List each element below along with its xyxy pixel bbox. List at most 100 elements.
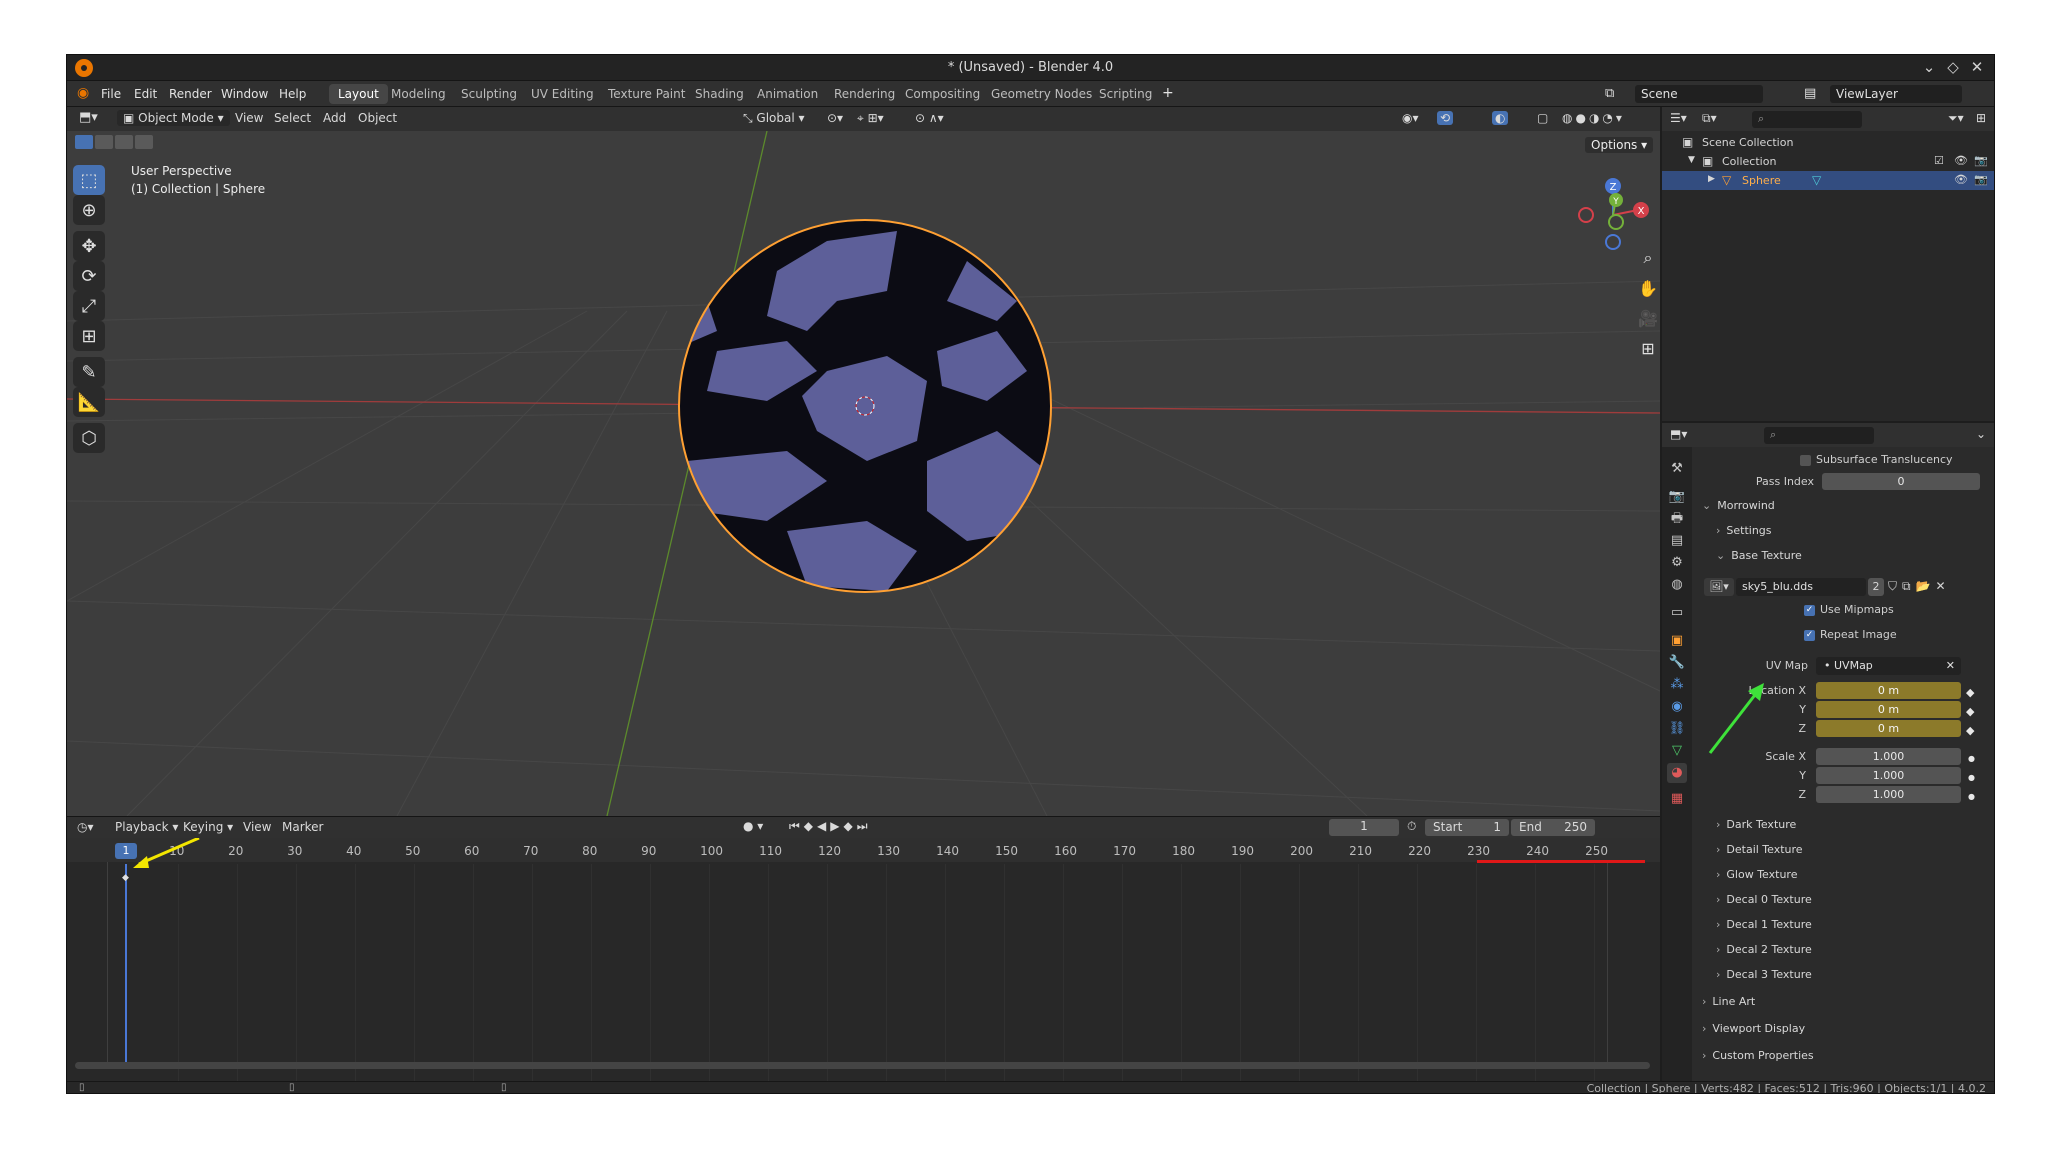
start-frame-field[interactable]: Start 1 bbox=[1425, 819, 1509, 836]
menu-edit[interactable]: Edit bbox=[134, 87, 157, 101]
eye-icon[interactable]: 👁 bbox=[1954, 154, 1968, 167]
select-mode-intersect-icon[interactable] bbox=[135, 135, 153, 149]
panel-morrowind[interactable]: ⌄ Morrowind bbox=[1702, 499, 1775, 512]
playback-controls-icon[interactable]: ⏮◆◀▶◆⏭ bbox=[789, 819, 872, 834]
clear-icon[interactable]: ✕ bbox=[1946, 659, 1955, 672]
collection-tab-icon[interactable]: ▭ bbox=[1667, 603, 1687, 623]
gizmo-toggle-icon[interactable]: ⟲ bbox=[1437, 111, 1454, 125]
camera-icon[interactable]: 📷 bbox=[1974, 173, 1988, 186]
tab-shading[interactable]: Shading bbox=[686, 84, 753, 104]
proportional-edit-icon[interactable]: ⊙ ∧▾ bbox=[915, 111, 944, 125]
outliner-row-sphere[interactable]: ▶ ▽ Sphere ▽ 👁 📷 bbox=[1662, 171, 1994, 190]
scale-x-field[interactable]: 1.000 bbox=[1816, 748, 1961, 765]
particles-tab-icon[interactable]: ⁂ bbox=[1667, 675, 1687, 695]
scene-tab-icon[interactable]: ⚙ bbox=[1667, 553, 1687, 573]
record-icon[interactable]: ● ▾ bbox=[743, 819, 763, 833]
timeline-area[interactable]: 10 20 30 40 50 60 70 80 90 100 110 120 130 140 150 160 1… bbox=[67, 838, 1660, 1081]
exclude-checkbox-icon[interactable]: ☑ bbox=[1934, 154, 1944, 167]
scale-tool-icon[interactable]: ⤢ bbox=[73, 291, 105, 321]
menu-render[interactable]: Render bbox=[169, 87, 212, 101]
perspective-toggle-icon[interactable]: ⊞ bbox=[1635, 335, 1660, 361]
tab-texture-paint[interactable]: Texture Paint bbox=[599, 84, 694, 104]
xray-icon[interactable]: ▢ bbox=[1537, 111, 1548, 125]
constraints-tab-icon[interactable]: ⛓ bbox=[1667, 719, 1687, 739]
orientation-dropdown[interactable]: ⤡ Global ▾ bbox=[743, 111, 805, 126]
properties-editor-icon[interactable]: ⬒▾ bbox=[1670, 427, 1687, 441]
menu-view[interactable]: View bbox=[235, 111, 263, 125]
menu-playback[interactable]: Playback ▾ bbox=[115, 820, 178, 834]
menu-keying[interactable]: Keying ▾ bbox=[183, 820, 233, 834]
menu-object[interactable]: Object bbox=[358, 111, 397, 125]
modifier-tab-icon[interactable]: 🔧 bbox=[1667, 653, 1687, 673]
menu-help[interactable]: Help bbox=[279, 87, 306, 101]
tab-uv-editing[interactable]: UV Editing bbox=[522, 84, 603, 104]
mode-dropdown[interactable]: ▣ Object Mode ▾ bbox=[117, 110, 230, 126]
select-mode-subtract-icon[interactable] bbox=[115, 135, 133, 149]
data-tab-icon[interactable]: ▽ bbox=[1667, 741, 1687, 761]
location-z-field[interactable]: 0 m bbox=[1816, 720, 1961, 737]
camera-view-icon[interactable]: 🎥 bbox=[1635, 305, 1660, 331]
tab-scripting[interactable]: Scripting bbox=[1090, 84, 1161, 104]
view-layer-tab-icon[interactable]: ▤ bbox=[1667, 531, 1687, 551]
add-workspace-icon[interactable]: + bbox=[1162, 85, 1174, 101]
use-mipmaps-checkbox[interactable]: ✓ Use Mipmaps bbox=[1804, 603, 1894, 616]
object-tab-icon[interactable]: ▣ bbox=[1667, 631, 1687, 651]
panel-viewport-display[interactable]: › Viewport Display bbox=[1702, 1022, 1805, 1035]
properties-search-input[interactable]: ⌕ bbox=[1764, 427, 1874, 444]
panel-dark-texture[interactable]: › Dark Texture bbox=[1716, 818, 1796, 831]
panel-detail-texture[interactable]: › Detail Texture bbox=[1716, 843, 1803, 856]
panel-decal-1-texture[interactable]: › Decal 1 Texture bbox=[1716, 918, 1812, 931]
close-icon[interactable]: ✕ bbox=[1967, 58, 1987, 76]
pan-hand-icon[interactable]: ✋ bbox=[1635, 275, 1660, 301]
rotate-tool-icon[interactable]: ⟳ bbox=[73, 261, 105, 291]
outliner-editor-icon[interactable]: ☰▾ bbox=[1670, 111, 1687, 125]
world-tab-icon[interactable]: ◍ bbox=[1667, 575, 1687, 595]
add-cube-tool-icon[interactable]: ⬡ bbox=[73, 423, 105, 453]
keyframe-dots-icon[interactable]: ● ● ● bbox=[1968, 749, 1975, 806]
expand-arrow-icon[interactable]: ▶ bbox=[1708, 174, 1715, 184]
outliner-row-scene-collection[interactable]: ▣ Scene Collection bbox=[1662, 133, 1994, 152]
panel-glow-texture[interactable]: › Glow Texture bbox=[1716, 868, 1797, 881]
panel-base-texture[interactable]: ⌄ Base Texture bbox=[1716, 549, 1802, 562]
panel-line-art[interactable]: › Line Art bbox=[1702, 995, 1755, 1008]
image-browse-icon[interactable]: 🖼▾ bbox=[1704, 578, 1734, 596]
properties-options-icon[interactable]: ⌄ bbox=[1976, 427, 1986, 441]
panel-settings[interactable]: › Settings bbox=[1716, 524, 1772, 537]
eye-icon[interactable]: 👁 bbox=[1954, 173, 1968, 186]
view-layer-icon[interactable]: ▤ bbox=[1804, 86, 1816, 101]
cursor-tool-icon[interactable]: ⊕ bbox=[73, 195, 105, 225]
navigation-gizmo[interactable]: X Z Y bbox=[1578, 178, 1649, 250]
blender-menu-icon[interactable]: ◉ bbox=[77, 85, 89, 101]
end-frame-field[interactable]: End 250 bbox=[1511, 819, 1595, 836]
minimize-icon[interactable]: ⌄ bbox=[1919, 58, 1939, 76]
menu-marker[interactable]: Marker bbox=[282, 820, 323, 834]
transform-tool-icon[interactable]: ⊞ bbox=[73, 321, 105, 351]
scale-y-field[interactable]: 1.000 bbox=[1816, 767, 1961, 784]
camera-icon[interactable]: 📷 bbox=[1974, 154, 1988, 167]
tool-tab-icon[interactable]: ⚒ bbox=[1667, 459, 1687, 479]
menu-select[interactable]: Select bbox=[274, 111, 311, 125]
panel-decal-0-texture[interactable]: › Decal 0 Texture bbox=[1716, 893, 1812, 906]
output-tab-icon[interactable]: 🖶 bbox=[1667, 509, 1687, 529]
texture-tab-icon[interactable]: ▦ bbox=[1667, 789, 1687, 809]
material-tab-icon[interactable]: ◕ bbox=[1667, 763, 1687, 783]
select-box-tool-icon[interactable]: ⬚ bbox=[73, 165, 105, 195]
scene-field[interactable]: Scene bbox=[1635, 85, 1763, 103]
pass-index-field[interactable]: 0 bbox=[1822, 473, 1980, 490]
select-mode-new-icon[interactable] bbox=[75, 135, 93, 149]
measure-tool-icon[interactable]: 📐 bbox=[73, 387, 105, 417]
zoom-icon[interactable]: ⌕ bbox=[1635, 245, 1660, 271]
options-dropdown[interactable]: Options ▾ bbox=[1585, 137, 1654, 153]
location-x-field[interactable]: 0 m bbox=[1816, 682, 1961, 699]
shading-modes-icon[interactable]: ◍●◑◔▾ bbox=[1562, 111, 1625, 125]
stopwatch-icon[interactable]: ⏱ bbox=[1407, 819, 1416, 834]
render-tab-icon[interactable]: 📷 bbox=[1667, 487, 1687, 507]
tab-modeling[interactable]: Modeling bbox=[382, 84, 455, 104]
image-name-field[interactable]: sky5_blu.dds bbox=[1736, 578, 1866, 596]
editor-type-icon[interactable]: ⬒▾ bbox=[79, 110, 98, 125]
expand-arrow-icon[interactable]: ▼ bbox=[1688, 155, 1695, 165]
playhead-line[interactable] bbox=[125, 864, 127, 1069]
outliner-search-input[interactable]: ⌕ bbox=[1752, 111, 1862, 128]
menu-window[interactable]: Window bbox=[221, 87, 268, 101]
panel-decal-3-texture[interactable]: › Decal 3 Texture bbox=[1716, 968, 1812, 981]
